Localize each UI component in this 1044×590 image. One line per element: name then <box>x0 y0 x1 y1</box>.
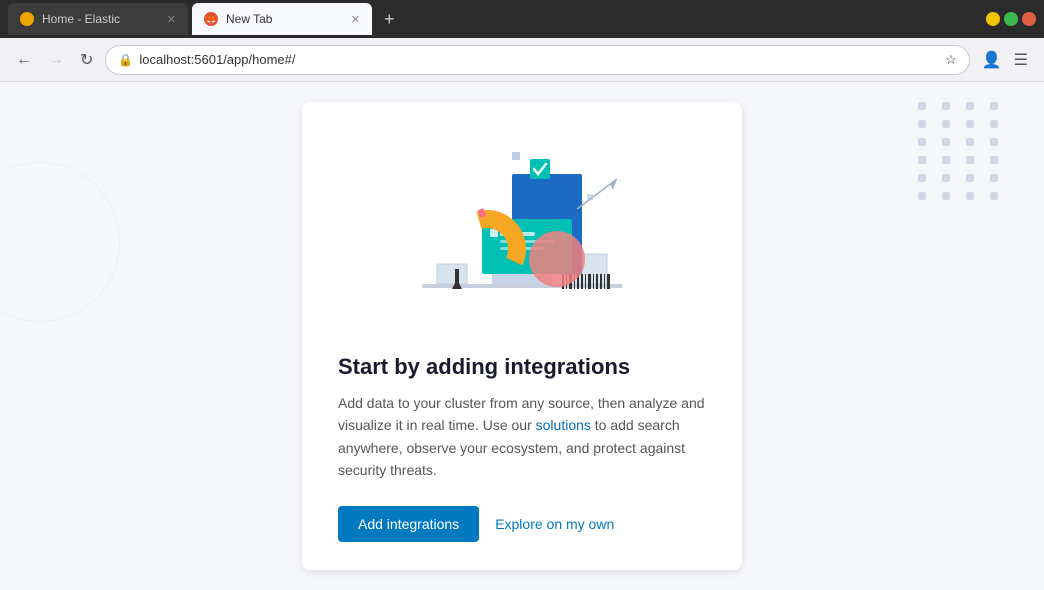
security-icon: 🔒 <box>118 53 133 67</box>
add-integrations-button[interactable]: Add integrations <box>338 506 479 542</box>
browser-window: Home - Elastic ✕ 🦊 New Tab ✕ + − □ ✕ ← →… <box>0 0 1044 590</box>
window-controls: − □ ✕ <box>986 12 1036 26</box>
page-content: Start by adding integrations Add data to… <box>0 82 1044 590</box>
bg-dots-right <box>918 102 1004 200</box>
refresh-button[interactable]: ↻ <box>76 46 97 74</box>
tab-icon-home <box>20 12 34 26</box>
minimize-button[interactable]: − <box>986 12 1000 26</box>
url-text: localhost:5601/app/home#/ <box>139 52 295 67</box>
tab-icon-new: 🦊 <box>204 12 218 26</box>
card-illustration <box>338 134 706 334</box>
solutions-link[interactable]: solutions <box>536 417 591 433</box>
card-description: Add data to your cluster from any source… <box>338 392 706 482</box>
tab-label-home: Home - Elastic <box>42 12 120 26</box>
close-button[interactable]: ✕ <box>1022 12 1036 26</box>
back-button[interactable]: ← <box>12 47 36 73</box>
card-title: Start by adding integrations <box>338 354 706 380</box>
menu-button[interactable]: ☰ <box>1010 46 1032 74</box>
tab-label-new: New Tab <box>226 12 272 26</box>
bg-circle-left <box>0 162 120 322</box>
tab-new-tab[interactable]: 🦊 New Tab ✕ <box>192 3 372 35</box>
explore-own-button[interactable]: Explore on my own <box>495 516 614 532</box>
forward-button[interactable]: → <box>44 47 68 73</box>
new-tab-button[interactable]: + <box>376 9 403 30</box>
url-bar[interactable]: 🔒 localhost:5601/app/home#/ ☆ <box>105 45 969 75</box>
tab-close-home[interactable]: ✕ <box>167 13 176 26</box>
tab-home-elastic[interactable]: Home - Elastic ✕ <box>8 3 188 35</box>
footer-text: To learn about how usage data helps us m… <box>302 586 742 590</box>
main-card: Start by adding integrations Add data to… <box>302 102 742 570</box>
account-button[interactable]: 👤 <box>978 46 1006 74</box>
bookmark-icon[interactable]: ☆ <box>945 52 957 68</box>
browser-actions: 👤 ☰ <box>978 46 1032 74</box>
address-bar: ← → ↻ 🔒 localhost:5601/app/home#/ ☆ 👤 ☰ <box>0 38 1044 82</box>
card-actions: Add integrations Explore on my own <box>338 506 706 542</box>
tab-close-new[interactable]: ✕ <box>351 13 360 26</box>
illustration-svg <box>382 134 662 334</box>
title-bar: Home - Elastic ✕ 🦊 New Tab ✕ + − □ ✕ <box>0 0 1044 38</box>
restore-button[interactable]: □ <box>1004 12 1018 26</box>
